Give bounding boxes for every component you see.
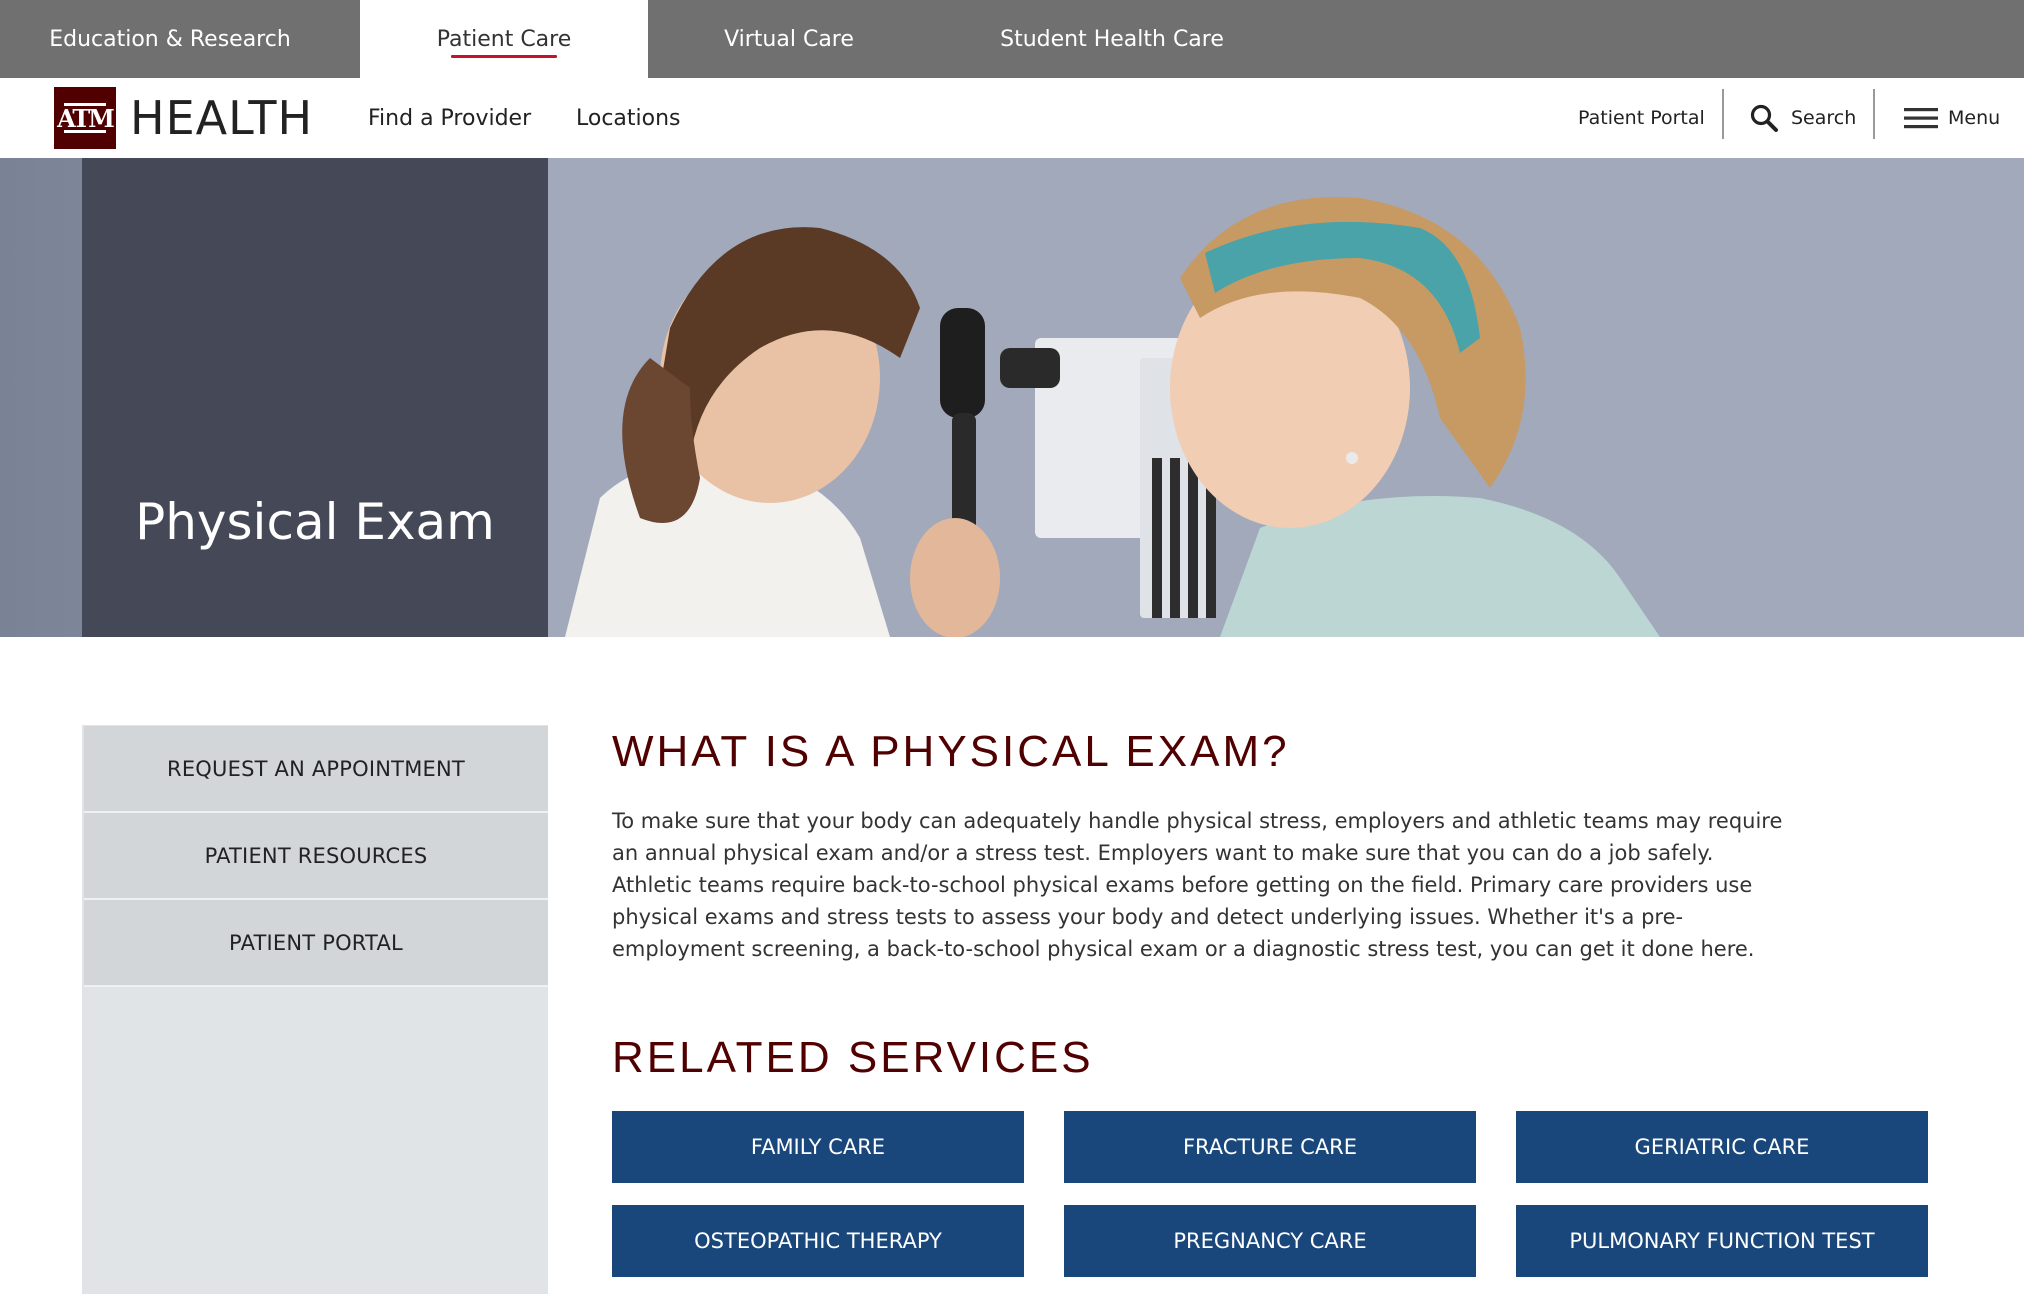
service-label: FRACTURE CARE bbox=[1182, 1135, 1358, 1159]
tab-label: Student Health Care bbox=[1000, 26, 1224, 52]
sidebar-item-patient-portal[interactable]: PATIENT PORTAL bbox=[84, 900, 548, 987]
service-label: OSTEOPATHIC THERAPY bbox=[694, 1229, 942, 1253]
header-divider bbox=[1873, 89, 1875, 139]
site-logo[interactable]: ATM HEALTH bbox=[54, 87, 313, 149]
active-tab-underline bbox=[451, 55, 557, 58]
service-label: FAMILY CARE bbox=[750, 1135, 886, 1159]
tab-education-research[interactable]: Education & Research bbox=[0, 0, 340, 78]
sidebar-item-patient-resources[interactable]: PATIENT RESOURCES bbox=[84, 813, 548, 900]
logo-text: HEALTH bbox=[130, 91, 314, 145]
patient-portal-link[interactable]: Patient Portal bbox=[1578, 78, 1705, 158]
search-label: Search bbox=[1791, 107, 1857, 129]
patient-portal-label: Patient Portal bbox=[1578, 107, 1705, 129]
service-label: GERIATRIC CARE bbox=[1634, 1135, 1810, 1159]
service-label: PULMONARY FUNCTION TEST bbox=[1569, 1229, 1875, 1253]
service-osteopathic-therapy[interactable]: OSTEOPATHIC THERAPY bbox=[612, 1205, 1024, 1277]
service-pregnancy-care[interactable]: PREGNANCY CARE bbox=[1064, 1205, 1476, 1277]
service-label: PREGNANCY CARE bbox=[1173, 1229, 1367, 1253]
sidebar-item-label: PATIENT RESOURCES bbox=[204, 843, 428, 868]
nav-label: Locations bbox=[576, 105, 681, 131]
section-heading-what-is: WHAT IS A PHYSICAL EXAM? bbox=[612, 727, 1290, 776]
page-title: Physical Exam bbox=[135, 493, 495, 551]
tab-virtual-care[interactable]: Virtual Care bbox=[648, 0, 930, 78]
site-header: ATM HEALTH Find a Provider Locations Pat… bbox=[0, 78, 2024, 159]
search-button[interactable]: Search bbox=[1749, 78, 1856, 158]
nav-find-a-provider[interactable]: Find a Provider bbox=[368, 78, 531, 158]
hero-banner: Physical Exam bbox=[0, 158, 2024, 637]
menu-label: Menu bbox=[1948, 107, 2001, 129]
sidebar-item-label: PATIENT PORTAL bbox=[229, 930, 403, 955]
sidebar-item-request-appointment[interactable]: REQUEST AN APPOINTMENT bbox=[84, 726, 548, 813]
hero-title-panel bbox=[82, 158, 548, 637]
service-geriatric-care[interactable]: GERIATRIC CARE bbox=[1516, 1111, 1928, 1183]
tab-student-health-care[interactable]: Student Health Care bbox=[970, 0, 1254, 78]
header-divider bbox=[1722, 89, 1724, 139]
service-pulmonary-function-test[interactable]: PULMONARY FUNCTION TEST bbox=[1516, 1205, 1928, 1277]
atm-logo-icon: ATM bbox=[54, 87, 116, 149]
top-tab-bar: Education & Research Patient Care Virtua… bbox=[0, 0, 2024, 78]
nav-label: Find a Provider bbox=[368, 105, 532, 131]
hamburger-menu-icon bbox=[1904, 108, 1938, 129]
tab-label: Education & Research bbox=[49, 26, 291, 52]
nav-locations[interactable]: Locations bbox=[576, 78, 681, 158]
logo-mark-text: ATM bbox=[57, 103, 115, 133]
section-heading-related-services: RELATED SERVICES bbox=[612, 1033, 1094, 1082]
tab-label: Virtual Care bbox=[724, 26, 854, 52]
tab-label: Patient Care bbox=[436, 26, 572, 52]
sidebar-item-label: REQUEST AN APPOINTMENT bbox=[167, 756, 465, 781]
tab-patient-care[interactable]: Patient Care bbox=[360, 0, 648, 78]
intro-paragraph: To make sure that your body can adequate… bbox=[612, 809, 1783, 961]
service-fracture-care[interactable]: FRACTURE CARE bbox=[1064, 1111, 1476, 1183]
service-family-care[interactable]: FAMILY CARE bbox=[612, 1111, 1024, 1183]
search-icon bbox=[1750, 104, 1778, 132]
menu-button[interactable]: Menu bbox=[1904, 78, 2000, 158]
